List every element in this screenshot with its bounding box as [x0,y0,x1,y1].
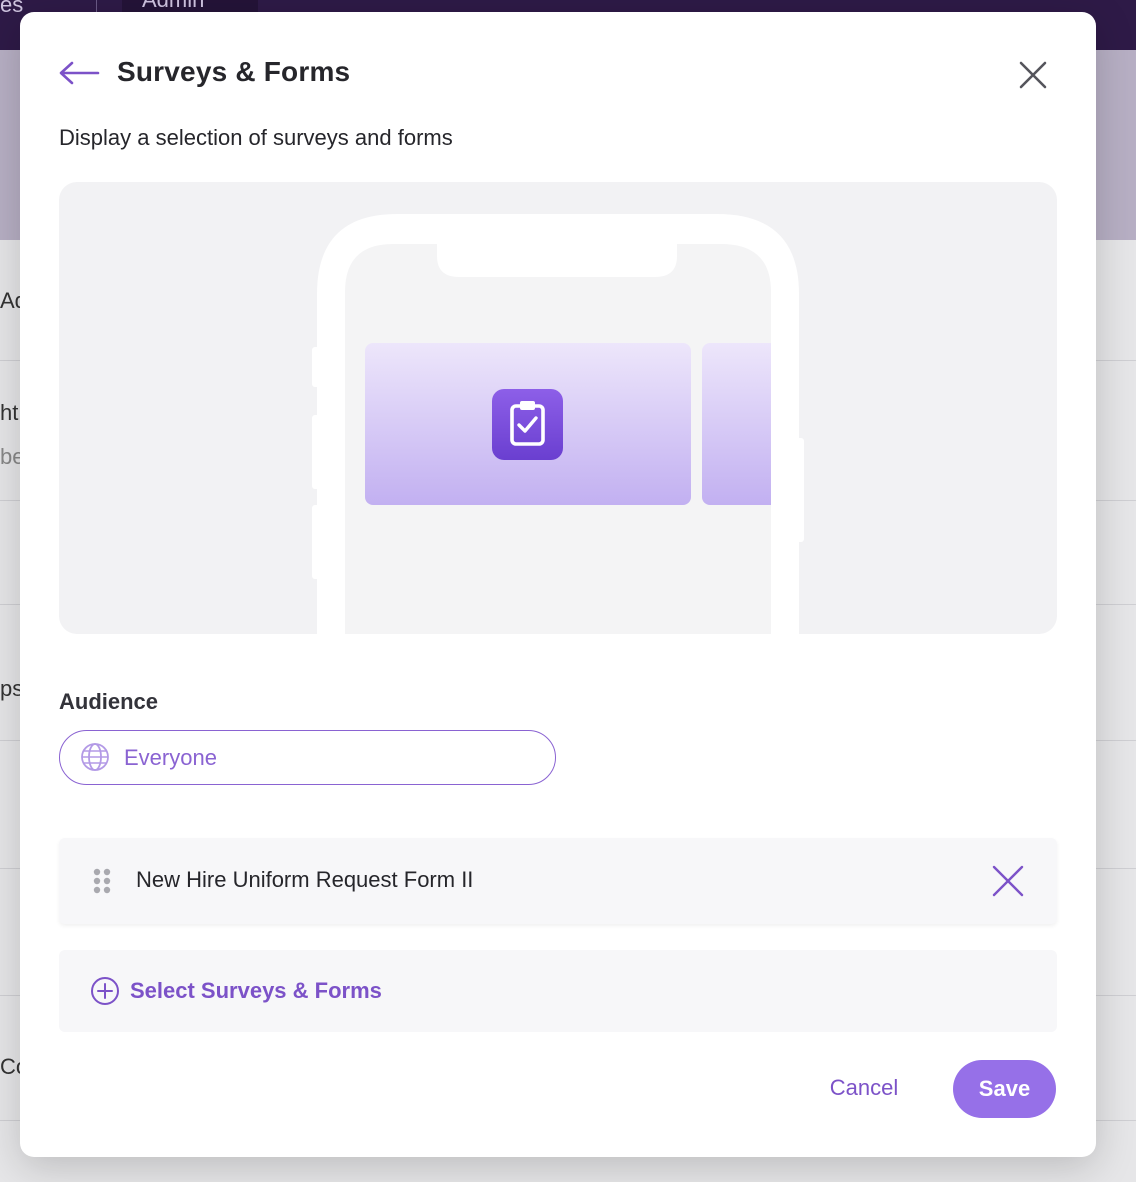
arrow-left-icon [59,61,100,85]
modal-title: Surveys & Forms [117,56,351,87]
background-nav-fragment: es [0,0,24,17]
audience-selector[interactable]: Everyone [59,730,556,785]
close-icon [992,865,1024,897]
background-text-fragment: ht [0,400,19,425]
audience-value: Everyone [124,745,217,770]
save-button[interactable]: Save [953,1060,1056,1118]
clipboard-check-icon [492,389,563,460]
remove-item-button[interactable] [991,864,1025,898]
form-item-name: New Hire Uniform Request Form II [136,867,474,892]
drag-handle-icon[interactable] [93,868,111,894]
globe-icon [81,743,109,771]
list-item: New Hire Uniform Request Form II [59,838,1057,924]
close-button[interactable] [1016,58,1050,92]
modal-subtitle: Display a selection of surveys and forms [59,125,453,150]
surveys-forms-modal: Surveys & Forms Display a selection of s… [20,12,1096,1157]
background-nav-divider [96,0,97,12]
cancel-button[interactable]: Cancel [810,1062,918,1114]
select-surveys-forms-label: Select Surveys & Forms [130,978,382,1003]
phone-mockup [312,214,804,634]
back-button[interactable] [58,60,100,86]
select-surveys-forms-button[interactable]: Select Surveys & Forms [59,950,1057,1032]
background-admin-menu: Admin [122,0,258,12]
preview-illustration [59,182,1057,634]
audience-label: Audience [59,689,159,714]
close-icon [1019,61,1047,89]
plus-circle-icon [91,977,119,1005]
